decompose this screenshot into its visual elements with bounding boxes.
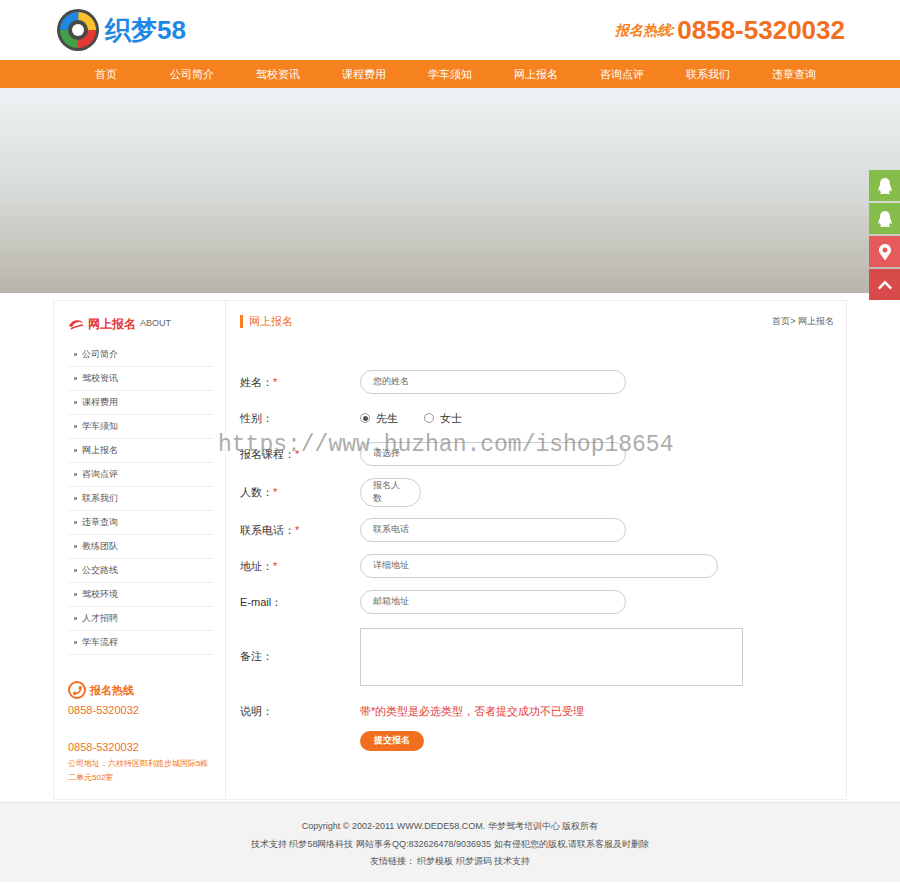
float-buttons (869, 170, 900, 300)
footer-line: 友情链接： 织梦模板 织梦源码 技术支持 (370, 855, 531, 869)
main-header: 网上报名首页> 网上报名 (240, 313, 834, 330)
sidebar-item[interactable]: 咨询点评 (68, 463, 213, 487)
sidebar-item[interactable]: 违章查询 (68, 511, 213, 535)
sidebar-item[interactable]: 学车须知 (68, 415, 213, 439)
banner (0, 88, 900, 293)
footer-line: 技术支持 织梦58网络科技 网站事务QQ:832626478/9036935 如… (251, 838, 649, 852)
form-row: 备注： (240, 628, 834, 686)
sidebar-address: 公司地址：六枝特区郎利路步城国际5栋二单元502室 (68, 757, 213, 785)
radio-option[interactable]: 先生 (360, 410, 398, 427)
footer-line: Copyright © 2002-2011 WWW.DEDE58.COM. 华梦… (302, 820, 599, 834)
hotline: 报名热线:0858-5320032 (615, 11, 845, 50)
page: 织梦58报名热线:0858-5320032首页公司简介驾校资讯课程费用学车须知网… (0, 0, 900, 883)
qq-button[interactable] (869, 203, 900, 234)
form-row: 说明：带*的类型是必选类型，否者提交成功不已受理 (240, 699, 834, 724)
gender-radio-group: 先生 女士 (360, 410, 462, 427)
sidebar-item[interactable]: 驾校资讯 (68, 367, 213, 391)
qq-button[interactable] (869, 170, 900, 201)
arrow-up-icon (877, 277, 893, 293)
sidebar-item[interactable]: 联系我们 (68, 487, 213, 511)
nav-item[interactable]: 首页 (63, 60, 149, 88)
field-label: E-mail： (240, 594, 360, 611)
sidebar-item[interactable]: 驾校环境 (68, 583, 213, 607)
text-input[interactable]: 联系电话 (360, 518, 626, 542)
form-row: E-mail：邮箱地址 (240, 590, 834, 615)
footer: Copyright © 2002-2011 WWW.DEDE58.COM. 华梦… (0, 802, 900, 882)
location-icon (877, 244, 893, 260)
field-label: 地址：* (240, 558, 360, 575)
sidebar-item[interactable]: 课程费用 (68, 391, 213, 415)
nav-item[interactable]: 网上报名 (493, 60, 579, 88)
radio-option[interactable]: 女士 (424, 410, 462, 427)
logo[interactable]: 织梦58 (55, 7, 186, 53)
text-input[interactable]: 邮箱地址 (360, 590, 626, 614)
form-note: 带*的类型是必选类型，否者提交成功不已受理 (360, 703, 584, 720)
radio-icon (424, 413, 434, 423)
sidebar-item[interactable]: 公交路线 (68, 559, 213, 583)
nav-item[interactable]: 咨询点评 (579, 60, 665, 88)
form-row: 联系电话：*联系电话 (240, 518, 834, 543)
sidebar-item[interactable]: 公司简介 (68, 343, 213, 367)
text-input[interactable]: 详细地址 (360, 554, 718, 578)
course-select[interactable]: 请选择 (360, 442, 626, 466)
main-panel: 网上报名首页> 网上报名姓名：*您的姓名性别：先生女士报名课程：*请选择人数：*… (226, 301, 846, 799)
nav-item[interactable]: 课程费用 (321, 60, 407, 88)
sidebar-title: 网上报名ABOUT (68, 315, 213, 343)
breadcrumb: 首页> 网上报名 (772, 315, 834, 329)
remark-textarea[interactable] (360, 628, 743, 686)
nav-item[interactable]: 联系我们 (665, 60, 751, 88)
qq-icon (877, 178, 893, 194)
swirl-icon (68, 318, 84, 330)
form-row: 姓名：*您的姓名 (240, 370, 834, 395)
sidebar-item[interactable]: 网上报名 (68, 439, 213, 463)
nav-item[interactable]: 学车须知 (407, 60, 493, 88)
watermark: https://www.huzhan.com/ishop18654 (218, 428, 673, 463)
phone-icon (68, 681, 86, 699)
field-label: 姓名：* (240, 374, 360, 391)
sidebar-item[interactable]: 人才招聘 (68, 607, 213, 631)
location-button[interactable] (869, 236, 900, 267)
text-input[interactable]: 您的姓名 (360, 370, 626, 394)
sidebar-hotline: 报名热线 (68, 681, 213, 699)
sidebar-item[interactable]: 教练团队 (68, 535, 213, 559)
sidebar-list: 公司简介驾校资讯课程费用学车须知网上报名咨询点评联系我们违章查询教练团队公交路线… (68, 343, 213, 655)
content-box: 网上报名ABOUT公司简介驾校资讯课程费用学车须知网上报名咨询点评联系我们违章查… (53, 300, 847, 800)
logo-icon (55, 7, 101, 53)
sidebar-phone: 0858-5320032 (68, 739, 213, 756)
nav-item[interactable]: 公司简介 (149, 60, 235, 88)
header: 织梦58 报名热线:0858-5320032 (55, 0, 845, 60)
sidebar-phone: 0858-5320032 (68, 702, 213, 719)
nav-item[interactable]: 驾校资讯 (235, 60, 321, 88)
form-row: 人数：*报名人数 (240, 478, 834, 507)
form-row: 性别：先生 女士 (240, 406, 834, 431)
field-label: 说明： (240, 703, 360, 720)
form-row: 地址：*详细地址 (240, 554, 834, 579)
qq-icon (877, 211, 893, 227)
nav-bar: 首页公司简介驾校资讯课程费用学车须知网上报名咨询点评联系我们违章查询 (0, 60, 900, 88)
sidebar-item[interactable]: 学车流程 (68, 631, 213, 655)
radio-icon (360, 413, 370, 423)
nav-item[interactable]: 违章查询 (751, 60, 837, 88)
form-row: 报名课程：*请选择 (240, 442, 834, 467)
sidebar: 网上报名ABOUT公司简介驾校资讯课程费用学车须知网上报名咨询点评联系我们违章查… (54, 301, 226, 799)
text-input[interactable]: 报名人数 (360, 478, 421, 507)
field-label: 人数：* (240, 484, 360, 501)
field-label: 联系电话：* (240, 522, 360, 539)
signup-form: 姓名：*您的姓名性别：先生女士报名课程：*请选择人数：*报名人数联系电话：*联系… (240, 370, 834, 751)
field-label: 性别： (240, 410, 360, 427)
field-label: 报名课程：* (240, 446, 360, 463)
field-label: 备注： (240, 648, 360, 665)
submit-button[interactable]: 提交报名 (360, 731, 424, 751)
top-button[interactable] (869, 269, 900, 300)
